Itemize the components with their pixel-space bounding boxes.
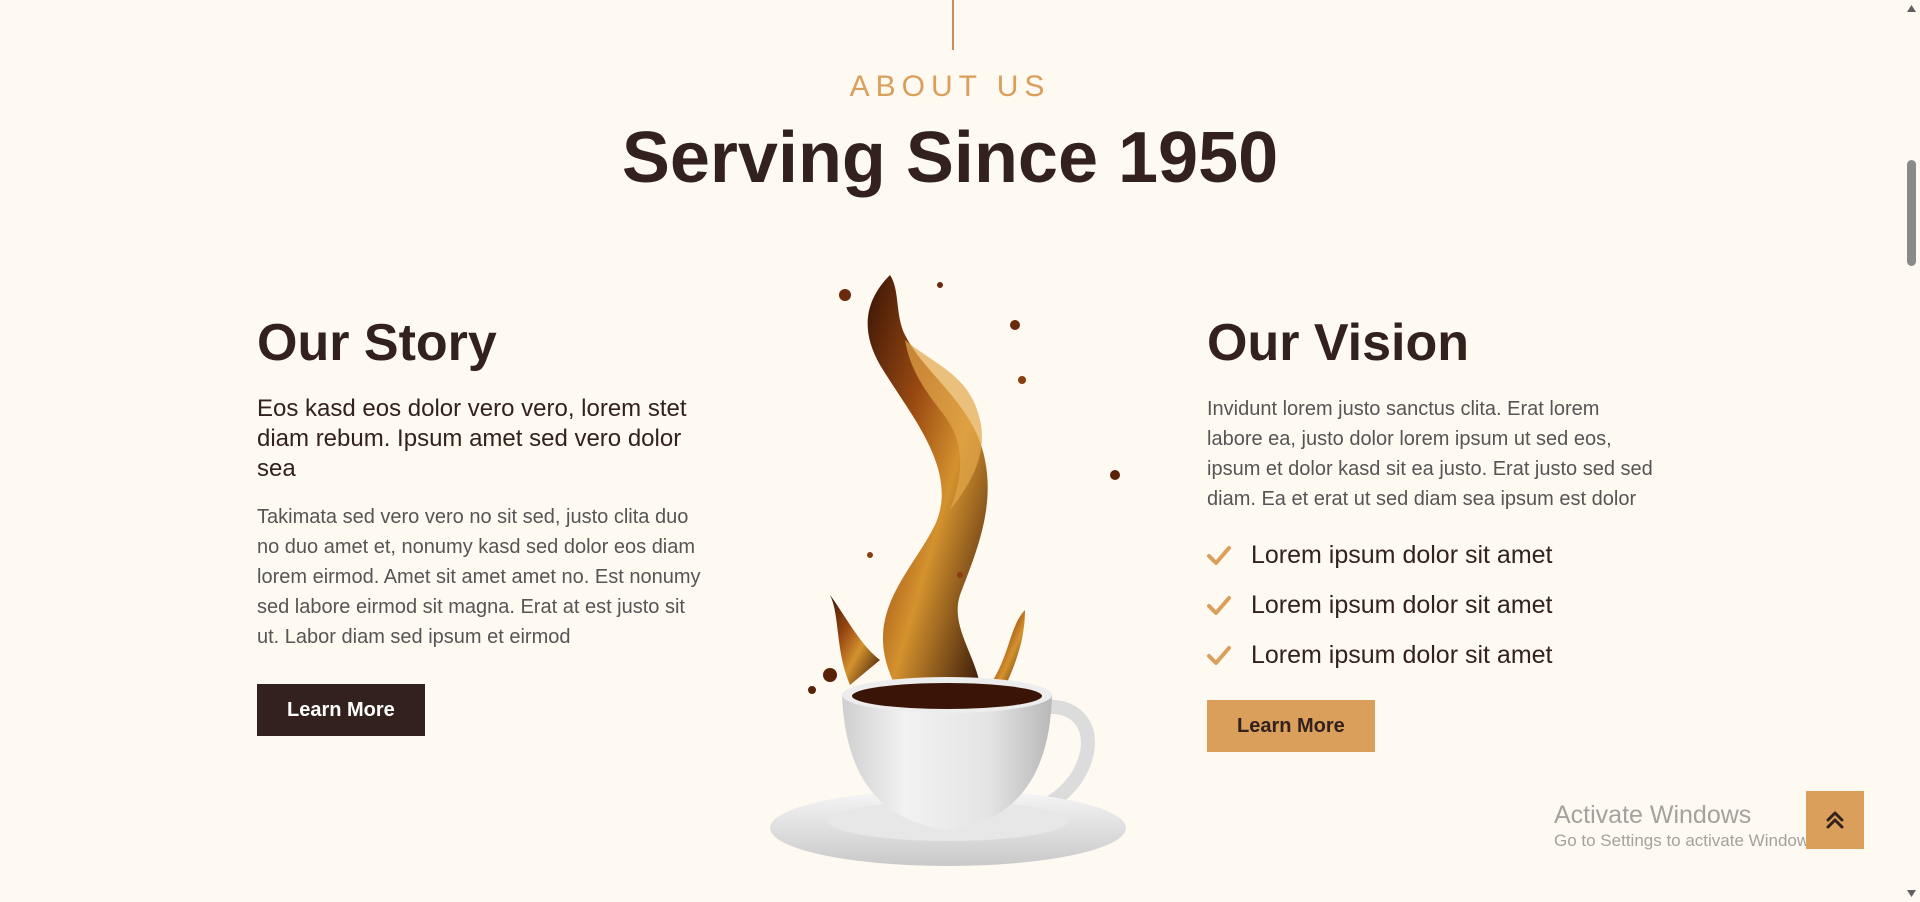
section-eyebrow: ABOUT US <box>849 70 1051 103</box>
section-divider-line <box>952 0 954 50</box>
checklist-item: Lorem ipsum dolor sit amet <box>1207 630 1657 680</box>
scrollbar-thumb[interactable] <box>1907 160 1916 266</box>
checklist-item-label: Lorem ipsum dolor sit amet <box>1251 590 1553 619</box>
checklist-item-label: Lorem ipsum dolor sit amet <box>1251 540 1553 569</box>
vision-heading: Our Vision <box>1207 314 1469 372</box>
vertical-scrollbar[interactable] <box>1903 0 1920 902</box>
vision-learn-more-button[interactable]: Learn More <box>1207 700 1375 752</box>
triangle-up-icon <box>1907 5 1916 12</box>
story-lead: Eos kasd eos dolor vero vero, lorem stet… <box>257 395 687 482</box>
check-icon <box>1207 596 1231 615</box>
our-vision-section: Our Vision Invidunt lorem justo sanctus … <box>1207 312 1657 752</box>
back-to-top-button[interactable] <box>1806 791 1864 849</box>
scroll-up-arrow[interactable] <box>1903 0 1920 17</box>
story-heading: Our Story <box>257 314 497 372</box>
check-icon <box>1207 546 1231 565</box>
story-learn-more-button[interactable]: Learn More <box>257 684 425 736</box>
coffee-splash-image <box>760 255 1150 885</box>
watermark-title: Activate Windows <box>1554 801 1752 829</box>
our-story-section: Our Story Eos kasd eos dolor vero vero, … <box>257 312 707 736</box>
checklist-item: Lorem ipsum dolor sit amet <box>1207 530 1657 580</box>
story-body: Takimata sed vero vero no sit sed, justo… <box>257 506 701 648</box>
checklist-item-label: Lorem ipsum dolor sit amet <box>1251 640 1553 669</box>
triangle-down-icon <box>1907 890 1916 897</box>
scroll-down-arrow[interactable] <box>1903 885 1920 902</box>
check-icon <box>1207 646 1231 665</box>
vision-body: Invidunt lorem justo sanctus clita. Erat… <box>1207 398 1653 510</box>
windows-activation-watermark: Activate Windows Go to Settings to activ… <box>1554 800 1822 852</box>
watermark-subtitle: Go to Settings to activate Windows. <box>1554 831 1823 850</box>
checklist-item: Lorem ipsum dolor sit amet <box>1207 580 1657 630</box>
page-title: Serving Since 1950 <box>621 118 1279 198</box>
vision-checklist: Lorem ipsum dolor sit amet Lorem ipsum d… <box>1207 530 1657 680</box>
double-chevron-up-icon <box>1826 811 1844 829</box>
